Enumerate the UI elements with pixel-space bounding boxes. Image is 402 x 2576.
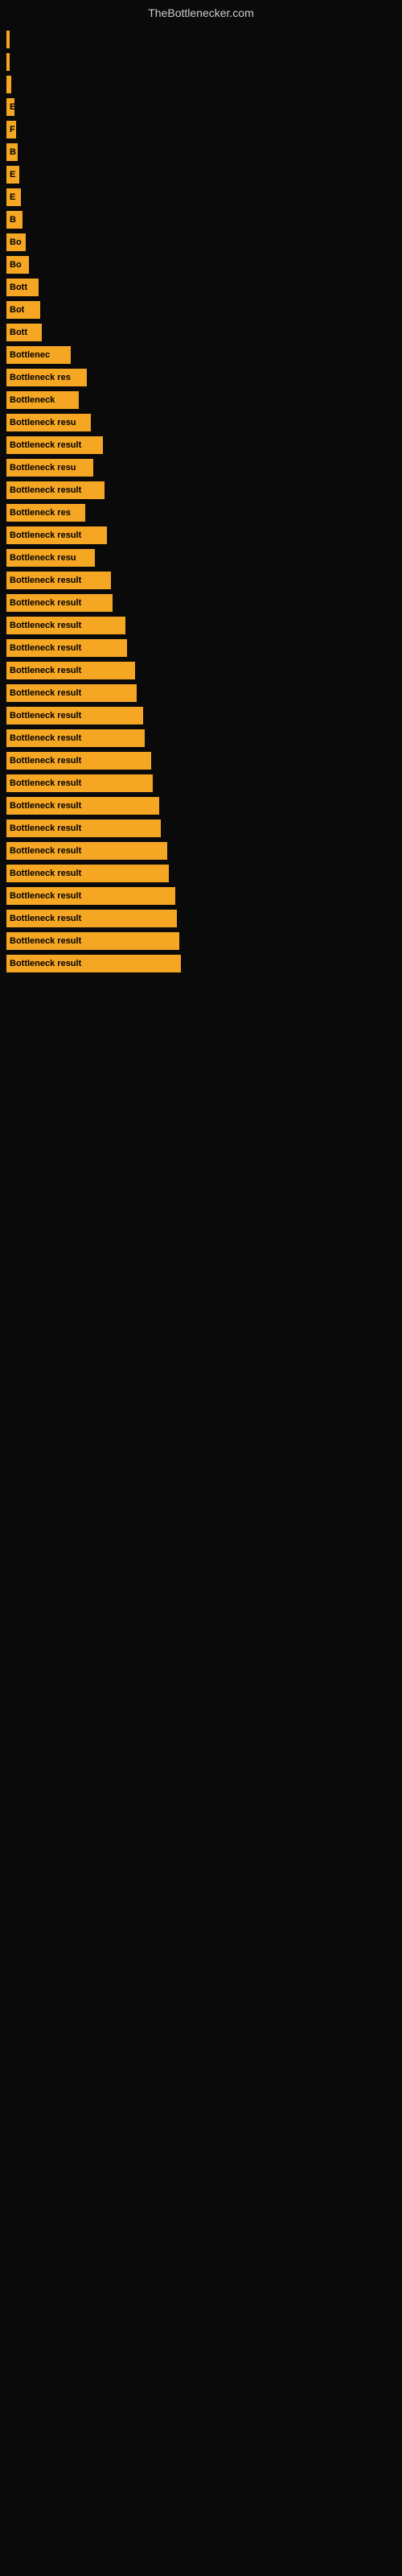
bar-item: Bottleneck result xyxy=(6,797,159,815)
bar-item: Bottleneck result xyxy=(6,752,151,770)
bar-item: Bott xyxy=(6,324,42,341)
bar-item: Bottleneck resu xyxy=(6,459,93,477)
bar-row: Bottleneck result xyxy=(6,436,402,454)
bar-row: B xyxy=(6,143,402,161)
bar-row: Bot xyxy=(6,301,402,319)
bar-item: Bottleneck result xyxy=(6,842,167,860)
bar-item: Bottleneck result xyxy=(6,955,181,972)
bar-row: F xyxy=(6,121,402,138)
bar-row: Bottleneck result xyxy=(6,819,402,837)
bar-item: Bottleneck result xyxy=(6,707,143,724)
bar-row: Bottleneck result xyxy=(6,662,402,679)
bar-item: Bot xyxy=(6,301,40,319)
bar-item xyxy=(6,53,10,71)
bar-row: Bottleneck result xyxy=(6,684,402,702)
bar-row: Bottleneck resu xyxy=(6,549,402,567)
bar-item: Bo xyxy=(6,256,29,274)
bar-row: Bottleneck res xyxy=(6,504,402,522)
bar-item: Bottleneck xyxy=(6,391,79,409)
bar-item xyxy=(6,76,11,93)
bar-item: Bottleneck result xyxy=(6,729,145,747)
bar-item: Bottleneck resu xyxy=(6,414,91,431)
bar-row: Bottleneck result xyxy=(6,526,402,544)
bar-item: Bottleneck result xyxy=(6,932,179,950)
bar-item: B xyxy=(6,211,23,229)
bar-item: F xyxy=(6,121,16,138)
bar-item: B xyxy=(6,143,18,161)
bar-item: Bottleneck result xyxy=(6,684,137,702)
bar-item: Bottleneck result xyxy=(6,774,153,792)
bar-row: Bottleneck result xyxy=(6,774,402,792)
bar-row xyxy=(6,76,402,93)
bar-row: Bottleneck result xyxy=(6,594,402,612)
bar-row: Bottleneck resu xyxy=(6,459,402,477)
bar-row: Bottlenec xyxy=(6,346,402,364)
bar-item: E xyxy=(6,98,14,116)
bar-row: Bottleneck result xyxy=(6,865,402,882)
bar-row xyxy=(6,53,402,71)
bar-item xyxy=(6,31,10,48)
bar-row: Bottleneck result xyxy=(6,887,402,905)
bar-item: Bottleneck result xyxy=(6,526,107,544)
bar-row xyxy=(6,31,402,48)
bar-item: Bottleneck result xyxy=(6,865,169,882)
bar-item: Bottleneck result xyxy=(6,594,113,612)
bar-row: Bo xyxy=(6,256,402,274)
bar-row: Bottleneck res xyxy=(6,369,402,386)
bar-item: Bottleneck result xyxy=(6,436,103,454)
bar-row: E xyxy=(6,188,402,206)
bar-row: Bottleneck xyxy=(6,391,402,409)
bar-item: Bottleneck result xyxy=(6,617,125,634)
bar-row: Bottleneck result xyxy=(6,910,402,927)
bar-item: Bottleneck result xyxy=(6,910,177,927)
bar-item: Bott xyxy=(6,279,39,296)
bar-row: Bottleneck result xyxy=(6,729,402,747)
bar-item: Bottleneck res xyxy=(6,504,85,522)
bar-item: E xyxy=(6,166,19,184)
bar-item: Bottleneck result xyxy=(6,819,161,837)
bar-row: Bottleneck result xyxy=(6,752,402,770)
bar-row: Bottleneck result xyxy=(6,797,402,815)
bar-item: Bottleneck result xyxy=(6,887,175,905)
bar-item: Bottleneck result xyxy=(6,639,127,657)
bar-item: Bo xyxy=(6,233,26,251)
bar-row: Bottleneck resu xyxy=(6,414,402,431)
bar-item: Bottleneck res xyxy=(6,369,87,386)
bar-row: Bottleneck result xyxy=(6,572,402,589)
bar-row: B xyxy=(6,211,402,229)
bar-row: Bott xyxy=(6,324,402,341)
bar-row: Bottleneck result xyxy=(6,481,402,499)
bar-item: Bottleneck result xyxy=(6,481,105,499)
bar-row: E xyxy=(6,166,402,184)
bar-row: Bottleneck result xyxy=(6,955,402,972)
site-title: TheBottlenecker.com xyxy=(0,0,402,23)
bar-item: Bottleneck result xyxy=(6,662,135,679)
bar-row: E xyxy=(6,98,402,116)
bar-row: Bo xyxy=(6,233,402,251)
bar-row: Bottleneck result xyxy=(6,932,402,950)
bar-item: E xyxy=(6,188,21,206)
bar-item: Bottleneck result xyxy=(6,572,111,589)
bar-row: Bottleneck result xyxy=(6,842,402,860)
bar-row: Bottleneck result xyxy=(6,707,402,724)
bar-item: Bottleneck resu xyxy=(6,549,95,567)
bar-item: Bottlenec xyxy=(6,346,71,364)
bar-row: Bottleneck result xyxy=(6,639,402,657)
bars-container: EFBEEBBoBoBottBotBottBottlenecBottleneck… xyxy=(0,23,402,972)
bar-row: Bottleneck result xyxy=(6,617,402,634)
bar-row: Bott xyxy=(6,279,402,296)
